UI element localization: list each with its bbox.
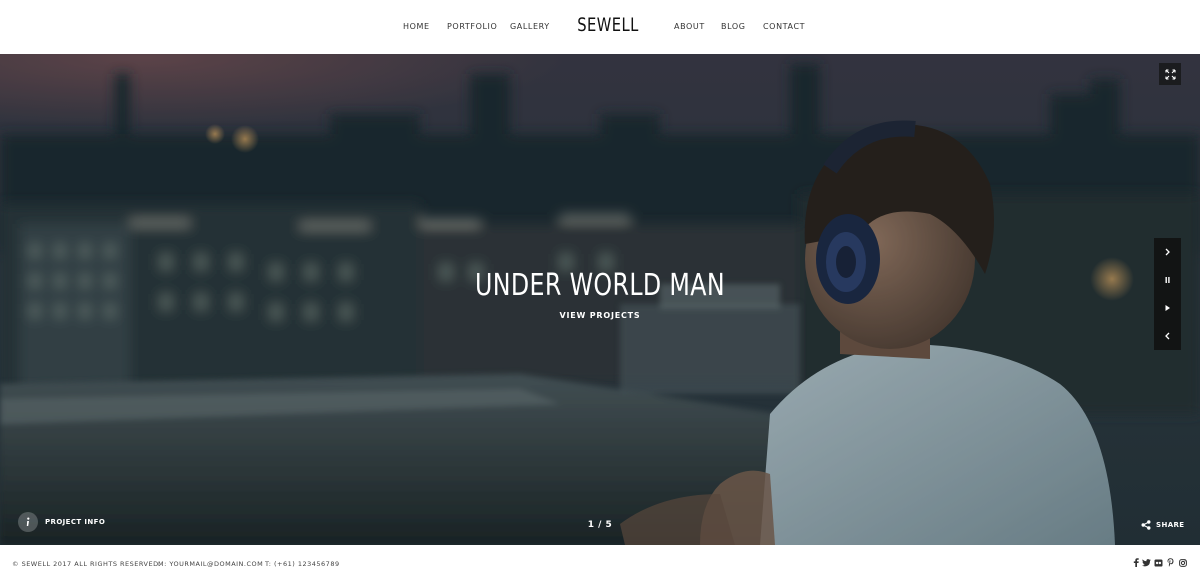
next-slide-button[interactable] <box>1154 238 1181 266</box>
share-button[interactable]: SHARE <box>1141 520 1185 530</box>
share-icon <box>1141 520 1151 530</box>
site-footer: © SEWELL 2017 ALL RIGHTS RESERVED. M: YO… <box>0 545 1200 582</box>
site-logo[interactable]: SEWELL <box>576 14 640 36</box>
play-icon <box>1165 305 1170 311</box>
fullscreen-button[interactable] <box>1159 63 1181 85</box>
copyright-text: © SEWELL 2017 ALL RIGHTS RESERVED. <box>12 560 162 568</box>
email-text[interactable]: M: YOURMAIL@DOMAIN.COM <box>158 560 263 568</box>
pause-icon <box>1165 277 1170 283</box>
play-button[interactable] <box>1154 294 1181 322</box>
view-projects-link[interactable]: VIEW PROJECTS <box>560 311 641 320</box>
site-header: HOME PORTFOLIO GALLERY SEWELL ABOUT BLOG… <box>0 0 1200 54</box>
slider-controls <box>1154 238 1181 350</box>
nav-contact[interactable]: CONTACT <box>763 22 805 31</box>
nav-portfolio[interactable]: PORTFOLIO <box>447 22 497 31</box>
nav-blog[interactable]: BLOG <box>721 22 746 31</box>
share-label: SHARE <box>1156 521 1185 529</box>
hero-slider: UNDER WORLD MAN VIEW PROJECTS PROJECT IN… <box>0 54 1200 545</box>
chevron-right-icon <box>1165 248 1170 256</box>
pause-button[interactable] <box>1154 266 1181 294</box>
prev-slide-button[interactable] <box>1154 322 1181 350</box>
chevron-left-icon <box>1165 332 1170 340</box>
nav-gallery[interactable]: GALLERY <box>510 22 550 31</box>
nav-home[interactable]: HOME <box>403 22 430 31</box>
phone-text: T: (+61) 123456789 <box>265 560 340 568</box>
nav-about[interactable]: ABOUT <box>674 22 705 31</box>
fullscreen-icon <box>1164 68 1176 80</box>
slide-title: UNDER WORLD MAN <box>474 268 726 303</box>
twitter-icon[interactable] <box>1142 558 1151 567</box>
slide-counter: 1 / 5 <box>587 520 613 530</box>
facebook-icon[interactable] <box>1131 558 1140 567</box>
pinterest-icon[interactable] <box>1166 558 1175 567</box>
flickr-icon[interactable] <box>1154 558 1163 567</box>
instagram-icon[interactable] <box>1178 558 1187 567</box>
